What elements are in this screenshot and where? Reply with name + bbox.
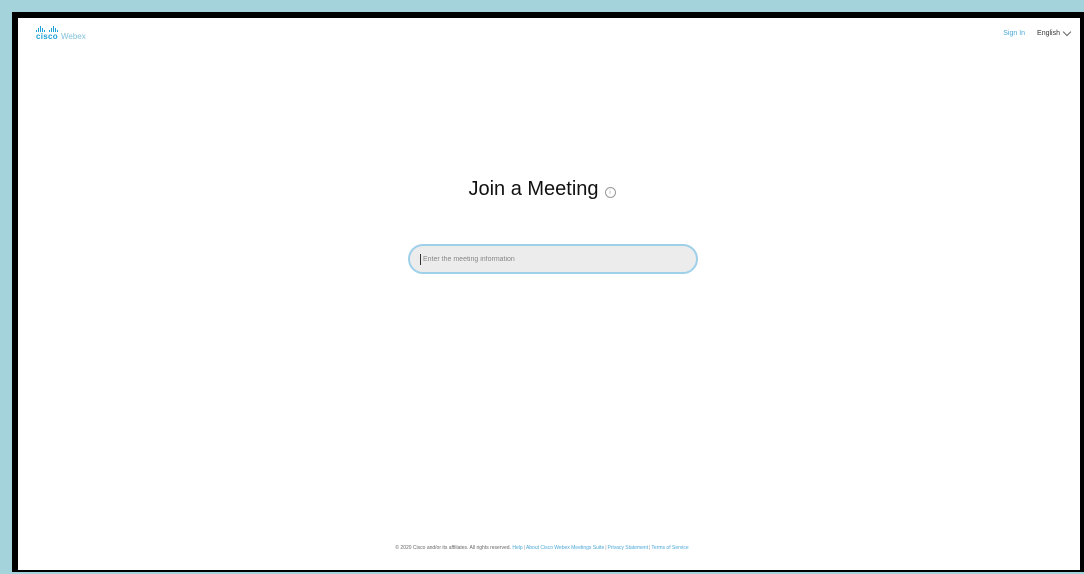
footer-link-terms[interactable]: Terms of Service xyxy=(651,545,688,551)
title-row: Join a Meeting i xyxy=(0,178,1084,201)
page-footer: © 2020 Cisco and/or its affiliates. All … xyxy=(0,545,1084,551)
page-content: cisco Webex Sign In English Join a Meeti… xyxy=(0,0,1084,574)
brand-company: cisco xyxy=(36,32,58,41)
page-title: Join a Meeting xyxy=(468,178,599,200)
chevron-down-icon xyxy=(1062,27,1072,37)
copyright-text: © 2020 Cisco and/or its affiliates. All … xyxy=(395,545,511,551)
footer-link-help[interactable]: Help xyxy=(512,545,522,551)
header-actions: Sign In English xyxy=(1003,27,1072,37)
brand-product: Webex xyxy=(60,32,86,41)
language-selector[interactable]: English xyxy=(1037,27,1072,37)
meeting-info-input[interactable] xyxy=(423,255,673,263)
language-label: English xyxy=(1037,30,1060,37)
footer-link-privacy[interactable]: Privacy Statement xyxy=(608,545,649,551)
info-icon[interactable]: i xyxy=(604,187,616,198)
footer-separator: | xyxy=(523,545,525,551)
footer-link-about[interactable]: About Cisco Webex Meetings Suite xyxy=(526,545,604,551)
text-caret xyxy=(420,253,421,265)
sign-in-link[interactable]: Sign In xyxy=(1003,30,1025,37)
cisco-webex-logo[interactable]: cisco Webex xyxy=(36,26,86,41)
meeting-info-field[interactable] xyxy=(408,244,698,274)
footer-separator: | xyxy=(605,545,607,551)
